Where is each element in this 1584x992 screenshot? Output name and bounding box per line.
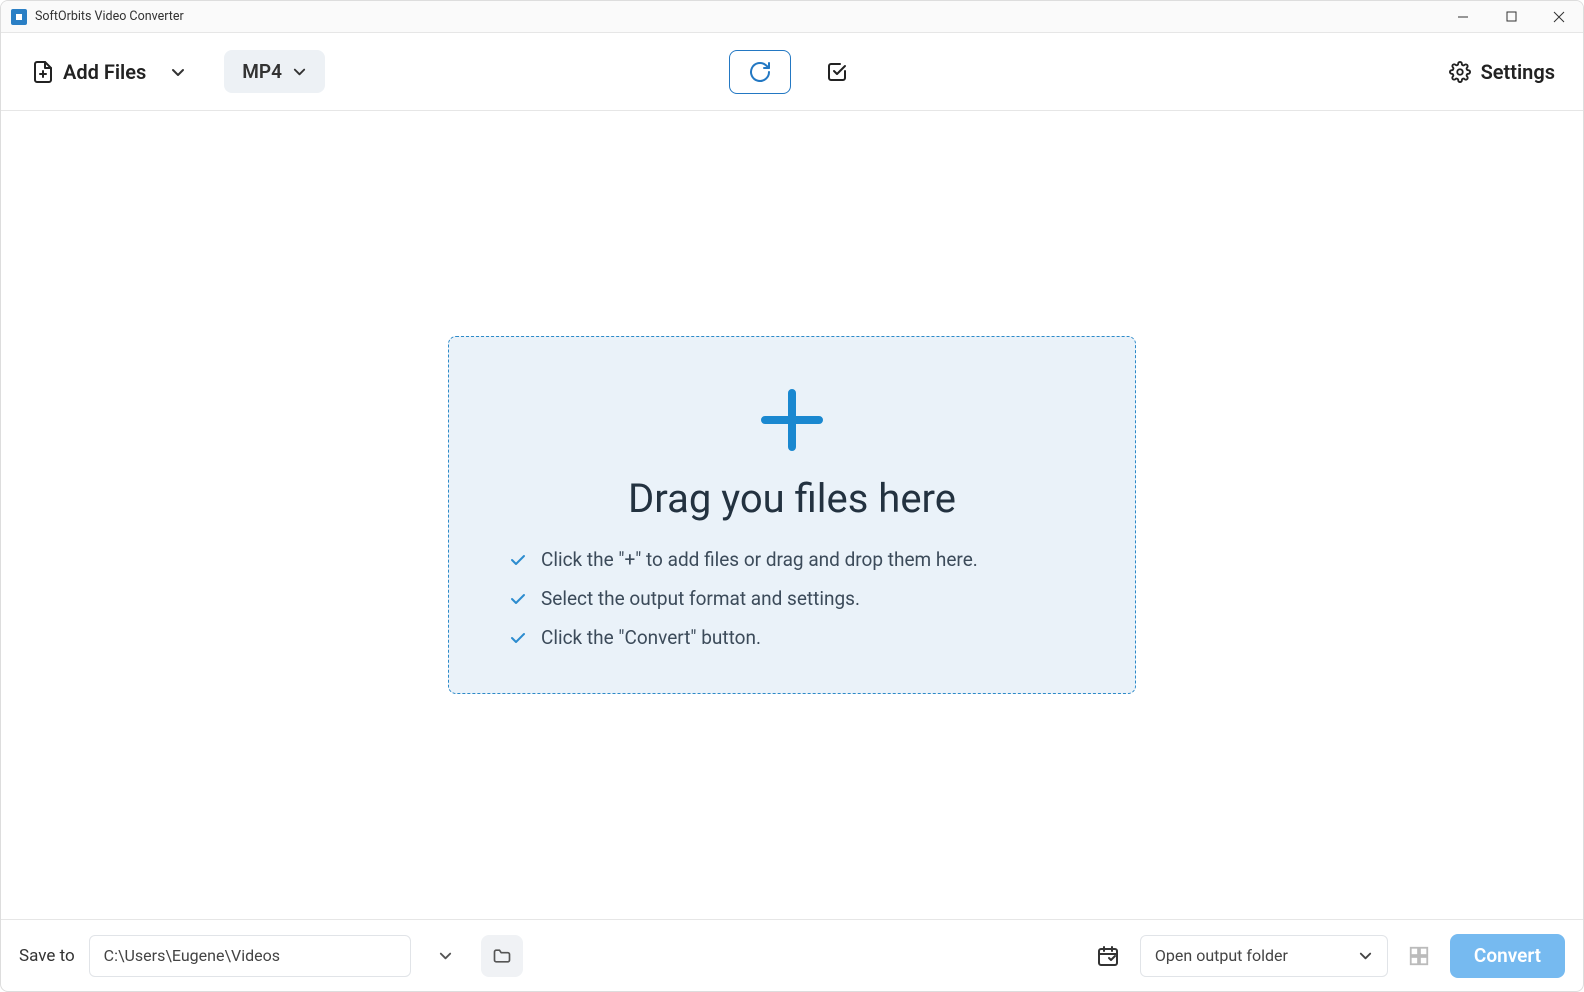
refresh-icon (748, 60, 772, 84)
check-icon (509, 590, 527, 608)
checkbox-icon (825, 60, 849, 84)
merge-files-button[interactable] (1402, 939, 1436, 973)
settings-button[interactable]: Settings (1449, 60, 1555, 84)
schedule-button[interactable] (1090, 938, 1126, 974)
select-all-button[interactable] (819, 54, 855, 90)
after-convert-action-label: Open output folder (1155, 946, 1288, 965)
dropzone[interactable]: Drag you files here Click the "+" to add… (448, 336, 1136, 694)
window-title: SoftOrbits Video Converter (35, 9, 184, 24)
chevron-down-icon (292, 64, 307, 79)
output-path-dropdown[interactable] (425, 935, 467, 977)
app-window: SoftOrbits Video Converter Add File (0, 0, 1584, 992)
chevron-down-icon (1358, 948, 1373, 963)
add-files-button[interactable]: Add Files (29, 52, 150, 92)
gear-icon (1449, 61, 1471, 83)
dropzone-step-text: Click the "Convert" button. (541, 626, 761, 649)
close-button[interactable] (1535, 1, 1583, 33)
output-path-input[interactable] (89, 935, 411, 977)
dropzone-steps: Click the "+" to add files or drag and d… (509, 548, 1075, 649)
output-format-label: MP4 (242, 60, 282, 83)
file-plus-icon (33, 61, 53, 83)
browse-folder-button[interactable] (481, 935, 523, 977)
refresh-button[interactable] (729, 50, 791, 94)
convert-button[interactable]: Convert (1450, 934, 1565, 978)
dropzone-step: Click the "+" to add files or drag and d… (509, 548, 978, 571)
output-format-button[interactable]: MP4 (224, 50, 325, 93)
check-icon (509, 629, 527, 647)
saveto-label: Save to (19, 946, 75, 966)
dropzone-step: Select the output format and settings. (509, 587, 860, 610)
after-convert-action-select[interactable]: Open output folder (1140, 935, 1388, 977)
maximize-button[interactable] (1487, 1, 1535, 33)
check-icon (509, 551, 527, 569)
minimize-button[interactable] (1439, 1, 1487, 33)
dropzone-step-text: Select the output format and settings. (541, 587, 860, 610)
grid-merge-icon (1408, 945, 1430, 967)
dropzone-heading: Drag you files here (509, 475, 1075, 522)
calendar-icon (1096, 944, 1120, 968)
add-files-label: Add Files (63, 60, 146, 84)
app-icon (11, 9, 27, 25)
dropzone-step-text: Click the "+" to add files or drag and d… (541, 548, 978, 571)
toolbar: Add Files MP4 (1, 33, 1583, 111)
plus-icon (757, 385, 827, 455)
titlebar: SoftOrbits Video Converter (1, 1, 1583, 33)
add-files-dropdown[interactable] (160, 56, 196, 88)
bottombar: Save to Open output folder (1, 919, 1583, 991)
dropzone-step: Click the "Convert" button. (509, 626, 761, 649)
chevron-down-icon (170, 64, 186, 80)
convert-button-label: Convert (1474, 944, 1541, 967)
settings-label: Settings (1481, 60, 1555, 84)
chevron-down-icon (438, 948, 453, 963)
folder-icon (492, 946, 512, 966)
content-area: Drag you files here Click the "+" to add… (1, 111, 1583, 919)
